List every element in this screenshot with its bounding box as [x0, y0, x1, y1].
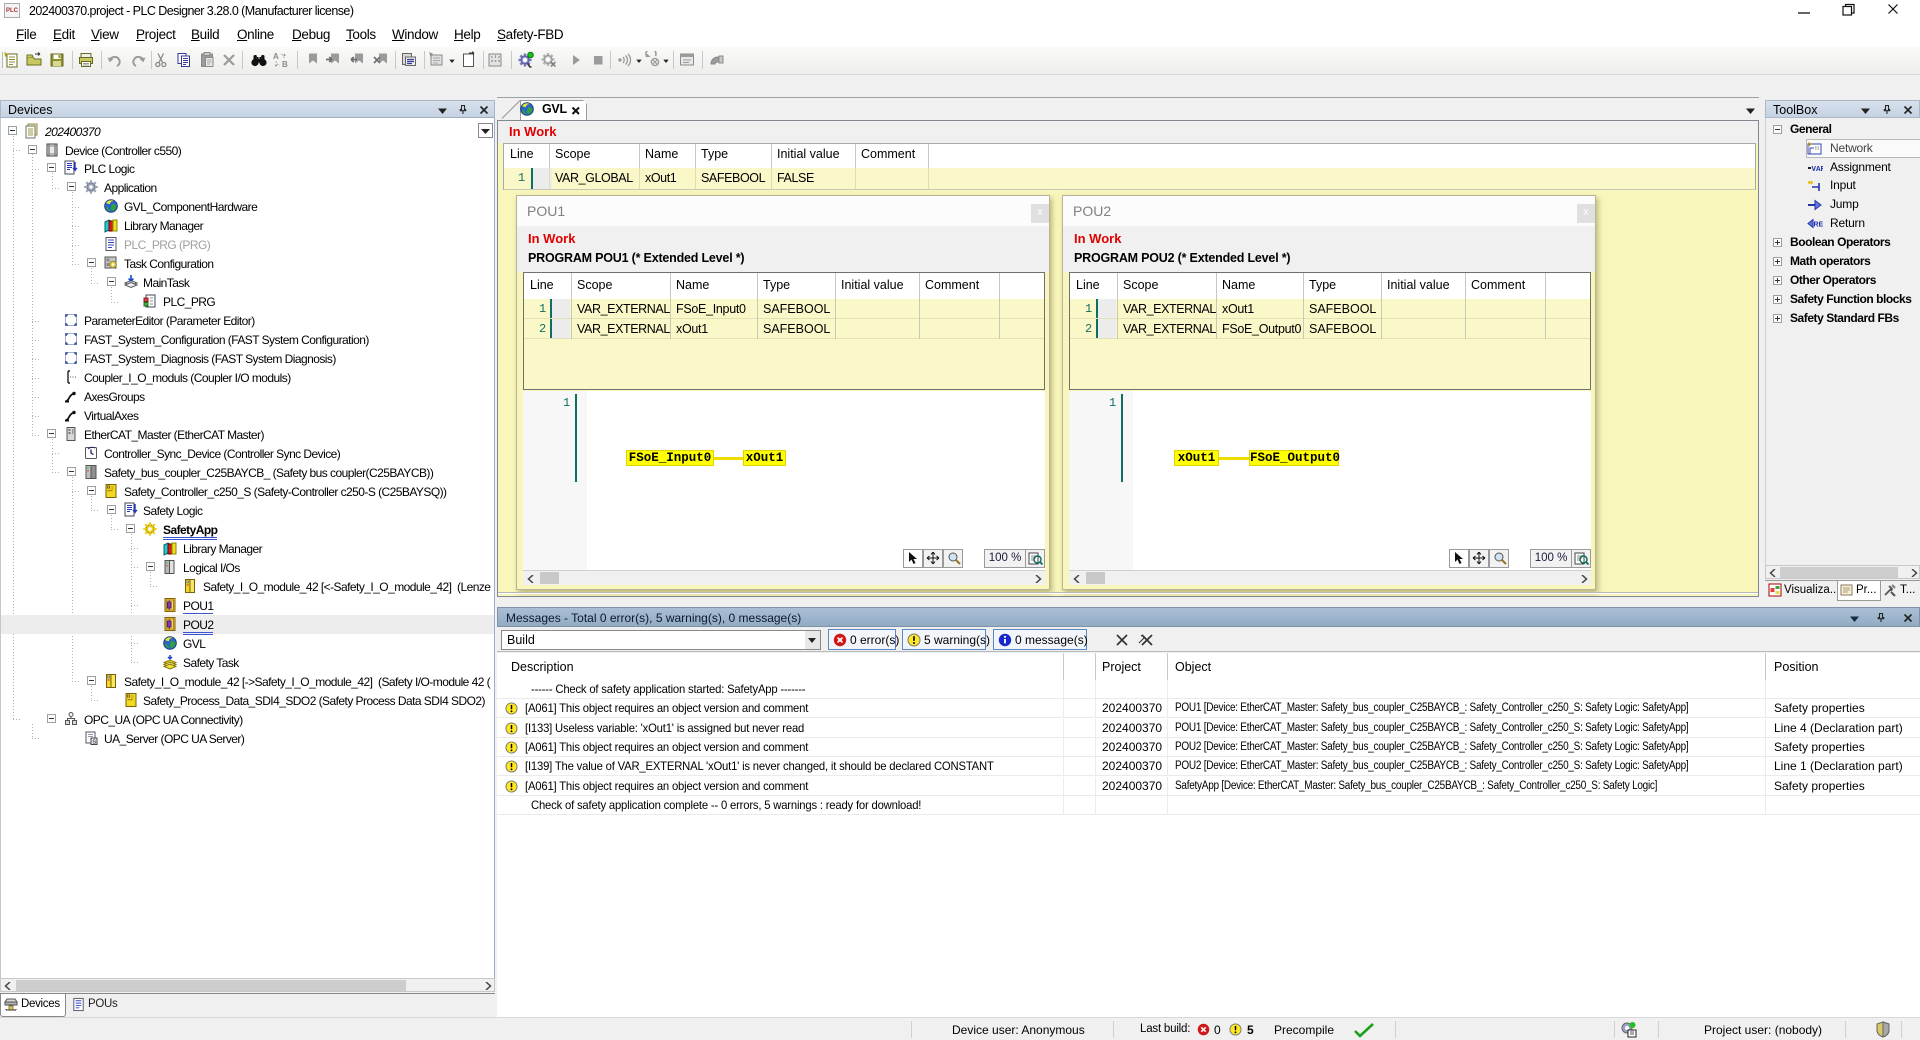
svg-text:RET: RET — [1814, 222, 1824, 229]
svg-text:A: A — [273, 52, 279, 61]
svg-text:VAR: VAR — [1812, 166, 1824, 174]
svg-text:B: B — [282, 60, 288, 69]
